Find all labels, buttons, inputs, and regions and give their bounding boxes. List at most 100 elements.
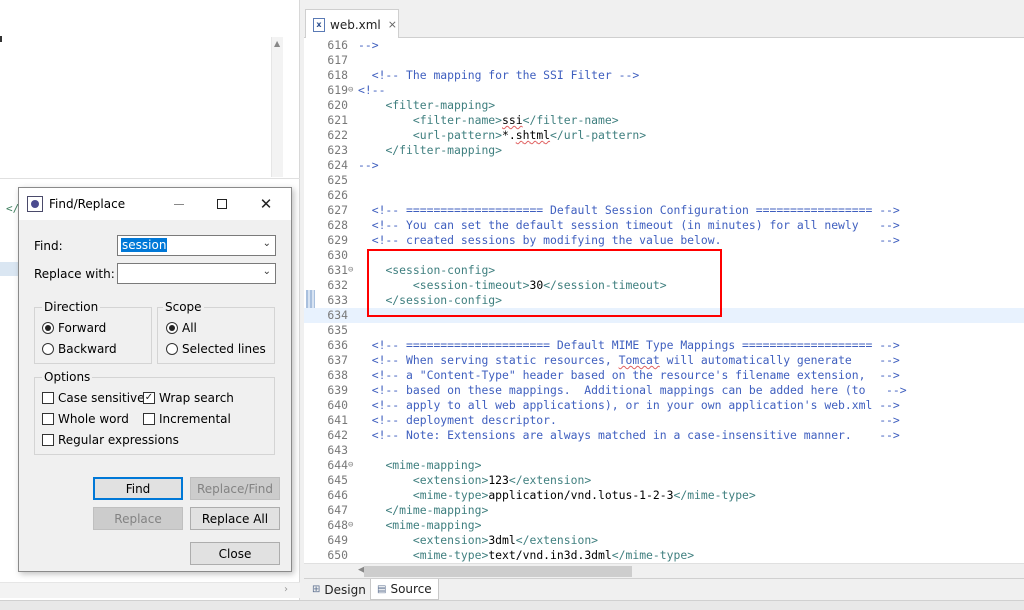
code-line[interactable]: 630 xyxy=(304,248,1024,263)
line-number: 645 xyxy=(327,473,348,487)
code-line[interactable]: 625 xyxy=(304,173,1024,188)
code-line[interactable]: 649 <extension>3dml</extension> xyxy=(304,533,1024,548)
find-button[interactable]: Find xyxy=(93,477,183,500)
code-text: <!-- created sessions by modifying the v… xyxy=(371,233,900,247)
fold-toggle-icon[interactable]: ⊖ xyxy=(348,458,353,473)
replace-input[interactable]: ⌄ xyxy=(117,263,276,284)
status-strip xyxy=(0,600,1024,610)
code-line[interactable]: 622 <url-pattern>*.shtml</url-pattern> xyxy=(304,128,1024,143)
minimize-button[interactable] xyxy=(169,194,189,214)
case-sensitive-label: Case sensitive xyxy=(58,391,145,405)
find-input[interactable]: session ⌄ xyxy=(117,235,276,256)
code-line[interactable]: 624 --> xyxy=(304,158,1024,173)
whole-word-checkbox[interactable]: Whole word xyxy=(42,412,129,426)
case-sensitive-checkbox[interactable]: Case sensitive xyxy=(42,391,145,405)
code-line[interactable]: 637 <!-- When serving static resources, … xyxy=(304,353,1024,368)
fold-toggle-icon[interactable]: ⊖ xyxy=(348,83,353,98)
maximize-button[interactable] xyxy=(212,194,232,214)
code-line[interactable]: 648 ⊖ <mime-mapping> xyxy=(304,518,1024,533)
code-line[interactable]: 632 <session-timeout>30</session-timeout… xyxy=(304,278,1024,293)
code-line[interactable]: 641 <!-- deployment descriptor. --> xyxy=(304,413,1024,428)
regular-expressions-label: Regular expressions xyxy=(58,433,179,447)
code-line[interactable]: 617 xyxy=(304,53,1024,68)
dialog-titlebar[interactable]: Find/Replace ✕ xyxy=(19,188,291,220)
fold-toggle-icon[interactable]: ⊖ xyxy=(348,263,353,278)
code-line[interactable]: 627 <!-- ==================== Default Se… xyxy=(304,203,1024,218)
code-line[interactable]: 639 <!-- based on these mappings. Additi… xyxy=(304,383,1024,398)
left-divider xyxy=(0,178,300,179)
code-line[interactable]: 643 xyxy=(304,443,1024,458)
code-text: <filter-mapping> xyxy=(385,98,496,112)
scrollbar-thumb[interactable] xyxy=(364,566,632,577)
code-line[interactable]: 636 <!-- ===================== Default M… xyxy=(304,338,1024,353)
line-number: 625 xyxy=(327,173,348,187)
line-number: 628 xyxy=(327,218,348,232)
code-line[interactable]: 642 <!-- Note: Extensions are always mat… xyxy=(304,428,1024,443)
line-number: 635 xyxy=(327,323,348,337)
code-text: </mime-mapping> xyxy=(385,503,489,517)
code-text: <!-- apply to all web applications), or … xyxy=(371,398,900,412)
code-line[interactable]: 620 <filter-mapping> xyxy=(304,98,1024,113)
tab-source[interactable]: ▤ Source xyxy=(370,579,439,600)
code-line[interactable]: 626 xyxy=(304,188,1024,203)
code-line[interactable]: 634 xyxy=(304,308,1024,323)
replace-find-button[interactable]: Replace/Find xyxy=(190,477,280,500)
close-icon[interactable]: ⨯ xyxy=(388,18,397,31)
code-text: <mime-type>application/vnd.lotus-1-2-3</… xyxy=(412,488,756,502)
forward-radio[interactable]: Forward xyxy=(42,321,106,335)
incremental-checkbox[interactable]: Incremental xyxy=(143,412,231,426)
code-line[interactable]: 628 <!-- You can set the default session… xyxy=(304,218,1024,233)
code-line[interactable]: 647 </mime-mapping> xyxy=(304,503,1024,518)
code-line[interactable]: 621 <filter-name>ssi</filter-name> xyxy=(304,113,1024,128)
code-line[interactable]: 640 <!-- apply to all web applications),… xyxy=(304,398,1024,413)
code-line[interactable]: 646 <mime-type>application/vnd.lotus-1-2… xyxy=(304,488,1024,503)
code-line[interactable]: 616 --> xyxy=(304,38,1024,53)
code-line[interactable]: 644 ⊖ <mime-mapping> xyxy=(304,458,1024,473)
code-line[interactable]: 631 ⊖ <session-config> xyxy=(304,263,1024,278)
tab-design[interactable]: ⊞ Design xyxy=(306,579,372,600)
editor-horizontal-scrollbar[interactable]: ◀ xyxy=(304,563,1024,578)
left-vertical-scrollbar[interactable]: ▲ xyxy=(271,37,283,177)
code-line[interactable]: 619 ⊖ <!-- xyxy=(304,83,1024,98)
backward-radio[interactable]: Backward xyxy=(42,342,117,356)
code-line[interactable]: 638 <!-- a "Content-Type" header based o… xyxy=(304,368,1024,383)
left-horizontal-scrollbar[interactable]: › xyxy=(0,582,300,598)
selected-lines-radio[interactable]: Selected lines xyxy=(166,342,266,356)
line-number: 637 xyxy=(327,353,348,367)
find-input-value: session xyxy=(121,238,168,252)
code-text: --> xyxy=(358,38,379,52)
chevron-down-icon[interactable]: ⌄ xyxy=(263,266,271,277)
left-selection xyxy=(0,262,18,276)
wrap-search-checkbox[interactable]: ✓ Wrap search xyxy=(143,391,234,405)
scroll-up-icon[interactable]: ▲ xyxy=(274,39,280,48)
line-number: 650 xyxy=(327,548,348,562)
code-text: <extension>123</extension> xyxy=(412,473,592,487)
scroll-right-icon[interactable]: › xyxy=(284,584,288,595)
code-line[interactable]: 633 </session-config> xyxy=(304,293,1024,308)
code-line[interactable]: 645 <extension>123</extension> xyxy=(304,473,1024,488)
scope-all-radio[interactable]: All xyxy=(166,321,197,335)
editor-tab-bar xyxy=(304,8,1024,38)
code-line[interactable]: 629 <!-- created sessions by modifying t… xyxy=(304,233,1024,248)
close-button[interactable]: Close xyxy=(190,542,280,565)
chevron-down-icon[interactable]: ⌄ xyxy=(263,238,271,249)
line-number: 639 xyxy=(327,383,348,397)
code-text: <!-- Note: Extensions are always matched… xyxy=(371,428,900,442)
code-line[interactable]: 618 <!-- The mapping for the SSI Filter … xyxy=(304,68,1024,83)
eclipse-icon xyxy=(27,196,43,212)
fold-toggle-icon[interactable]: ⊖ xyxy=(348,518,353,533)
replace-button[interactable]: Replace xyxy=(93,507,183,530)
regular-expressions-checkbox[interactable]: Regular expressions xyxy=(42,433,179,447)
close-icon[interactable]: ✕ xyxy=(256,194,276,214)
code-line[interactable]: 635 xyxy=(304,323,1024,338)
code-line[interactable]: 650 <mime-type>text/vnd.in3d.3dml</mime-… xyxy=(304,548,1024,563)
replace-all-button[interactable]: Replace All xyxy=(190,507,280,530)
code-line[interactable]: 623 </filter-mapping> xyxy=(304,143,1024,158)
tab-web-xml[interactable]: x web.xml ⨯ xyxy=(305,9,399,39)
tab-source-label: Source xyxy=(390,582,432,596)
code-text: <filter-name>ssi</filter-name> xyxy=(412,113,619,127)
code-text: <mime-type>text/vnd.in3d.3dml</mime-type… xyxy=(412,548,695,562)
code-editor[interactable]: 616 --> 617 618 <!-- The mapping for the SS… xyxy=(304,38,1024,563)
line-number: 643 xyxy=(327,443,348,457)
code-text: <!-- a "Content-Type" header based on th… xyxy=(371,368,900,382)
